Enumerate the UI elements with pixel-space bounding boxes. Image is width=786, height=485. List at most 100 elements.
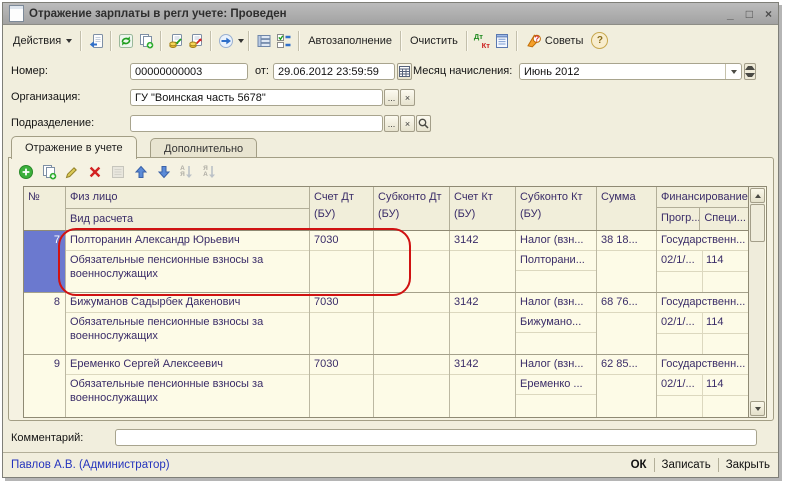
copy-document-button[interactable] <box>138 33 154 49</box>
table-header: № Физ лицо Вид расчета Счет Дт(БУ) Субко… <box>24 187 748 231</box>
department-select-button[interactable]: ... <box>384 115 399 132</box>
clear-button[interactable]: Очистить <box>406 33 462 49</box>
copy-row-button[interactable] <box>40 164 57 181</box>
header-account-dt[interactable]: Счет Дт(БУ) <box>310 187 374 230</box>
close-button[interactable]: × <box>765 9 772 19</box>
person-cell[interactable]: Бижуманов Садырбек Дакенович Обязательны… <box>66 293 310 354</box>
organization-select-button[interactable]: ... <box>384 89 399 106</box>
goto-button[interactable] <box>218 33 234 49</box>
department-search-button[interactable] <box>416 115 431 132</box>
row-number-cell[interactable]: 8 <box>24 293 66 354</box>
financing-cell[interactable]: Государственн... 02/1/...114 <box>657 231 748 292</box>
account-kt-cell[interactable]: 3142 <box>450 293 516 354</box>
close-form-button[interactable]: Закрыть <box>726 459 770 471</box>
tab-reflection[interactable]: Отражение в учете <box>11 136 137 159</box>
account-dt-cell[interactable]: 7030 <box>310 231 374 292</box>
advice-button[interactable]: ? Советы <box>522 31 587 51</box>
financing-cell[interactable]: Государственн... 02/1/...114 <box>657 355 748 417</box>
maximize-button[interactable]: □ <box>746 9 753 19</box>
header-sum[interactable]: Сумма <box>597 187 657 230</box>
person-name: Еременко Сергей Алексеевич <box>66 355 309 375</box>
write-document-button[interactable] <box>88 33 104 49</box>
comment-input[interactable] <box>115 429 757 446</box>
delete-row-button[interactable] <box>86 164 103 181</box>
settings-list-button[interactable] <box>276 33 292 49</box>
header-num[interactable]: № <box>24 187 66 230</box>
scroll-thumb[interactable] <box>750 204 765 242</box>
unpost-document-button[interactable] <box>188 33 204 49</box>
subconto-kt-cell[interactable]: Налог (взн...Полторани... <box>516 231 597 292</box>
account-dt-cell[interactable]: 7030 <box>310 293 374 354</box>
add-row-button[interactable] <box>17 164 34 181</box>
refresh-button[interactable] <box>118 33 134 49</box>
month-dropdown-icon[interactable] <box>725 64 741 79</box>
refresh-icon <box>118 33 134 49</box>
header-subconto-kt[interactable]: Субконто Кт(БУ) <box>516 187 597 230</box>
help-button[interactable]: ? <box>591 32 608 49</box>
month-spinner[interactable] <box>744 63 756 80</box>
actions-label: Действия <box>13 35 61 47</box>
account-dt-cell[interactable]: 7030 <box>310 355 374 417</box>
subconto-dt-cell[interactable] <box>374 293 450 354</box>
header-financing[interactable]: Финансирование Прогр...Специ... <box>657 187 748 230</box>
goto-dropdown-icon[interactable] <box>238 39 244 43</box>
subconto-kt-cell[interactable]: Налог (взн...Бижумано... <box>516 293 597 354</box>
fin-divider <box>702 251 703 292</box>
sort-descending-button[interactable]: ЯА <box>201 164 218 181</box>
sum-cell[interactable]: 68 76... <box>597 293 657 354</box>
toolbar-separator <box>466 31 468 51</box>
header-subconto-dt[interactable]: Субконто Дт(БУ) <box>374 187 450 230</box>
sort-ascending-button[interactable]: АЯ <box>178 164 195 181</box>
sum-cell[interactable]: 38 18... <box>597 231 657 292</box>
main-toolbar: Действия Автозаполнение Очистить ДтКт ? … <box>4 26 777 55</box>
department-clear-button[interactable]: × <box>400 115 415 132</box>
number-input[interactable] <box>130 63 248 80</box>
sum-cell[interactable]: 62 85... <box>597 355 657 417</box>
date-input[interactable] <box>273 63 395 80</box>
subconto-dt-cell[interactable] <box>374 355 450 417</box>
ok-button[interactable]: ОК <box>631 459 647 471</box>
month-combo[interactable]: Июнь 2012 <box>519 63 742 80</box>
table-row[interactable]: 7 Полторанин Александр Юрьевич Обязатель… <box>24 231 748 293</box>
current-user: Павлов А.В. (Администратор) <box>11 459 170 471</box>
row-number-cell[interactable]: 7 <box>24 231 66 292</box>
scroll-up-button[interactable] <box>750 188 765 203</box>
subconto-dt-cell[interactable] <box>374 231 450 292</box>
tab-additional[interactable]: Дополнительно <box>150 138 257 158</box>
post-document-button[interactable] <box>168 33 184 49</box>
move-row-up-button[interactable] <box>132 164 149 181</box>
table-scrollbar[interactable] <box>748 187 765 417</box>
person-cell[interactable]: Полторанин Александр Юрьевич Обязательны… <box>66 231 310 292</box>
actions-menu-button[interactable]: Действия <box>9 33 76 49</box>
calendar-button[interactable] <box>397 63 412 80</box>
organization-clear-button[interactable]: × <box>400 89 415 106</box>
chevron-down-icon <box>66 39 72 43</box>
spin-down-icon[interactable] <box>745 72 755 80</box>
scroll-down-button[interactable] <box>750 401 765 416</box>
subconto-kt-cell[interactable]: Налог (взн...Еременко ... <box>516 355 597 417</box>
move-row-down-button[interactable] <box>155 164 172 181</box>
end-edit-button[interactable] <box>109 164 126 181</box>
document-structure-button[interactable] <box>256 33 272 49</box>
report-button[interactable] <box>494 33 510 49</box>
dtkt-postings-button[interactable]: ДтКт <box>474 33 490 49</box>
save-button[interactable]: Записать <box>662 459 711 471</box>
department-input[interactable] <box>130 115 383 132</box>
spin-up-icon[interactable] <box>745 64 755 72</box>
account-kt-cell[interactable]: 3142 <box>450 355 516 417</box>
header-person[interactable]: Физ лицо Вид расчета <box>66 187 310 230</box>
autofill-button[interactable]: Автозаполнение <box>304 33 396 49</box>
minimize-button[interactable]: _ <box>727 9 734 19</box>
table-row[interactable]: 9 Еременко Сергей Алексеевич Обязательны… <box>24 355 748 417</box>
edit-row-button[interactable] <box>63 164 80 181</box>
table-row[interactable]: 8 Бижуманов Садырбек Дакенович Обязатель… <box>24 293 748 355</box>
button-divider <box>718 458 719 472</box>
header-account-kt[interactable]: Счет Кт(БУ) <box>450 187 516 230</box>
post-document-icon <box>168 33 184 49</box>
organization-input[interactable] <box>130 89 383 106</box>
account-kt-cell[interactable]: 3142 <box>450 231 516 292</box>
financing-cell[interactable]: Государственн... 02/1/...114 <box>657 293 748 354</box>
reflection-tab-panel: АЯ ЯА № Физ лицо Вид расчета Счет Дт(БУ)… <box>8 157 774 421</box>
person-cell[interactable]: Еременко Сергей Алексеевич Обязательные … <box>66 355 310 417</box>
row-number-cell[interactable]: 9 <box>24 355 66 417</box>
